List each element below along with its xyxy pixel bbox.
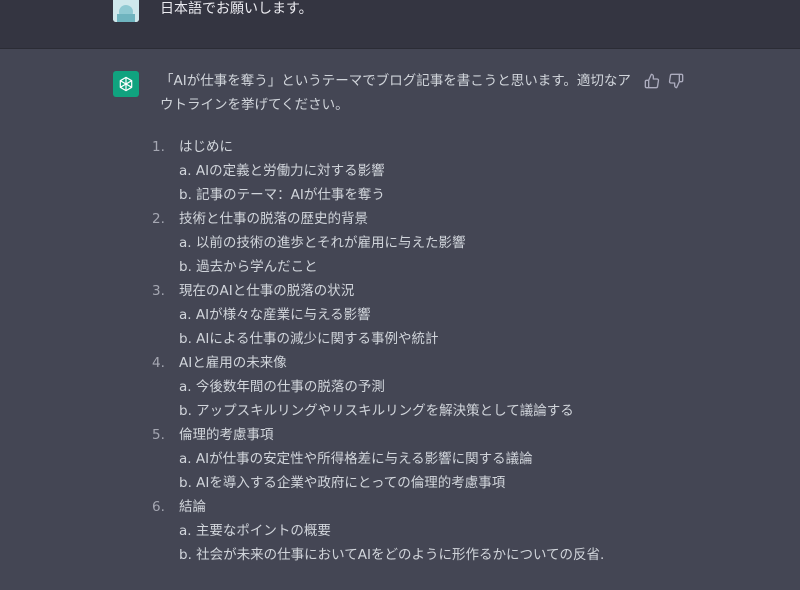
outline-item-number: 4. bbox=[152, 355, 165, 371]
outline-subitem: a. AIの定義と労働力に対する影響 bbox=[179, 163, 385, 179]
user-message-row: 日本語でお願いします。 bbox=[0, 0, 800, 49]
outline-subitem: a. AIが様々な産業に与える影響 bbox=[179, 307, 371, 323]
outline-subitem: a. 今後数年間の仕事の脱落の予測 bbox=[179, 379, 385, 395]
outline-item-title: 技術と仕事の脱落の歴史的背景 bbox=[179, 211, 368, 227]
openai-logo-icon bbox=[119, 76, 133, 92]
outline-item-title: AIと雇用の未来像 bbox=[179, 355, 287, 371]
assistant-avatar bbox=[113, 71, 139, 97]
thumbs-up-icon bbox=[644, 73, 660, 89]
outline-subitem: a. 以前の技術の進歩とそれが雇用に与えた影響 bbox=[179, 235, 466, 251]
outline-list: 1. はじめに a. AIの定義と労働力に対する影響 b. 記事のテーマ：AIが… bbox=[152, 135, 604, 567]
outline-item-title: 結論 bbox=[179, 499, 206, 515]
outline-item-title: 現在のAIと仕事の脱落の状況 bbox=[179, 283, 355, 299]
outline-subitem: b. アップスキルリングやリスキルリングを解決策として議論する bbox=[179, 403, 574, 419]
outline-subitem: b. AIを導入する企業や政府にとっての倫理的考慮事項 bbox=[179, 475, 506, 491]
outline-item-number: 1. bbox=[152, 139, 165, 155]
outline-subitem: b. 過去から学んだこと bbox=[179, 259, 318, 275]
outline-item-number: 3. bbox=[152, 283, 165, 299]
outline-item-title: はじめに bbox=[179, 139, 233, 155]
user-avatar-icon bbox=[113, 0, 139, 22]
user-avatar bbox=[113, 0, 139, 22]
outline-item: 5. 倫理的考慮事項 a. AIが仕事の安定性や所得格差に与える影響に関する議論… bbox=[152, 423, 604, 495]
outline-item: 3. 現在のAIと仕事の脱落の状況 a. AIが様々な産業に与える影響 b. A… bbox=[152, 279, 604, 351]
user-message-text: 日本語でお願いします。 bbox=[160, 1, 313, 17]
outline-subitem: b. 社会が未来の仕事においてAIをどのように形作るかについての反省. bbox=[179, 547, 605, 563]
outline-subitem: a. 主要なポイントの概要 bbox=[179, 523, 331, 539]
outline-subitem: b. AIによる仕事の減少に関する事例や統計 bbox=[179, 331, 439, 347]
outline-item-number: 5. bbox=[152, 427, 165, 443]
assistant-intro-text: 「AIが仕事を奪う」というテーマでブログ記事を書こうと思います。適切なアウトライ… bbox=[160, 73, 631, 113]
outline-subitem: b. 記事のテーマ：AIが仕事を奪う bbox=[179, 187, 385, 203]
thumb-down-button[interactable] bbox=[668, 73, 684, 89]
outline-item: 2. 技術と仕事の脱落の歴史的背景 a. 以前の技術の進歩とそれが雇用に与えた影… bbox=[152, 207, 604, 279]
outline-item: 1. はじめに a. AIの定義と労働力に対する影響 b. 記事のテーマ：AIが… bbox=[152, 135, 604, 207]
assistant-message-row: 「AIが仕事を奪う」というテーマでブログ記事を書こうと思います。適切なアウトライ… bbox=[0, 49, 800, 590]
outline-item-number: 6. bbox=[152, 499, 165, 515]
thumb-up-button[interactable] bbox=[644, 73, 660, 89]
outline-item: 4. AIと雇用の未来像 a. 今後数年間の仕事の脱落の予測 b. アップスキル… bbox=[152, 351, 604, 423]
thumbs-down-icon bbox=[668, 73, 684, 89]
outline-subitem: a. AIが仕事の安定性や所得格差に与える影響に関する議論 bbox=[179, 451, 533, 467]
outline-item-number: 2. bbox=[152, 211, 165, 227]
outline-item: 6. 結論 a. 主要なポイントの概要 b. 社会が未来の仕事においてAIをどの… bbox=[152, 495, 604, 567]
outline-item-title: 倫理的考慮事項 bbox=[179, 427, 274, 443]
